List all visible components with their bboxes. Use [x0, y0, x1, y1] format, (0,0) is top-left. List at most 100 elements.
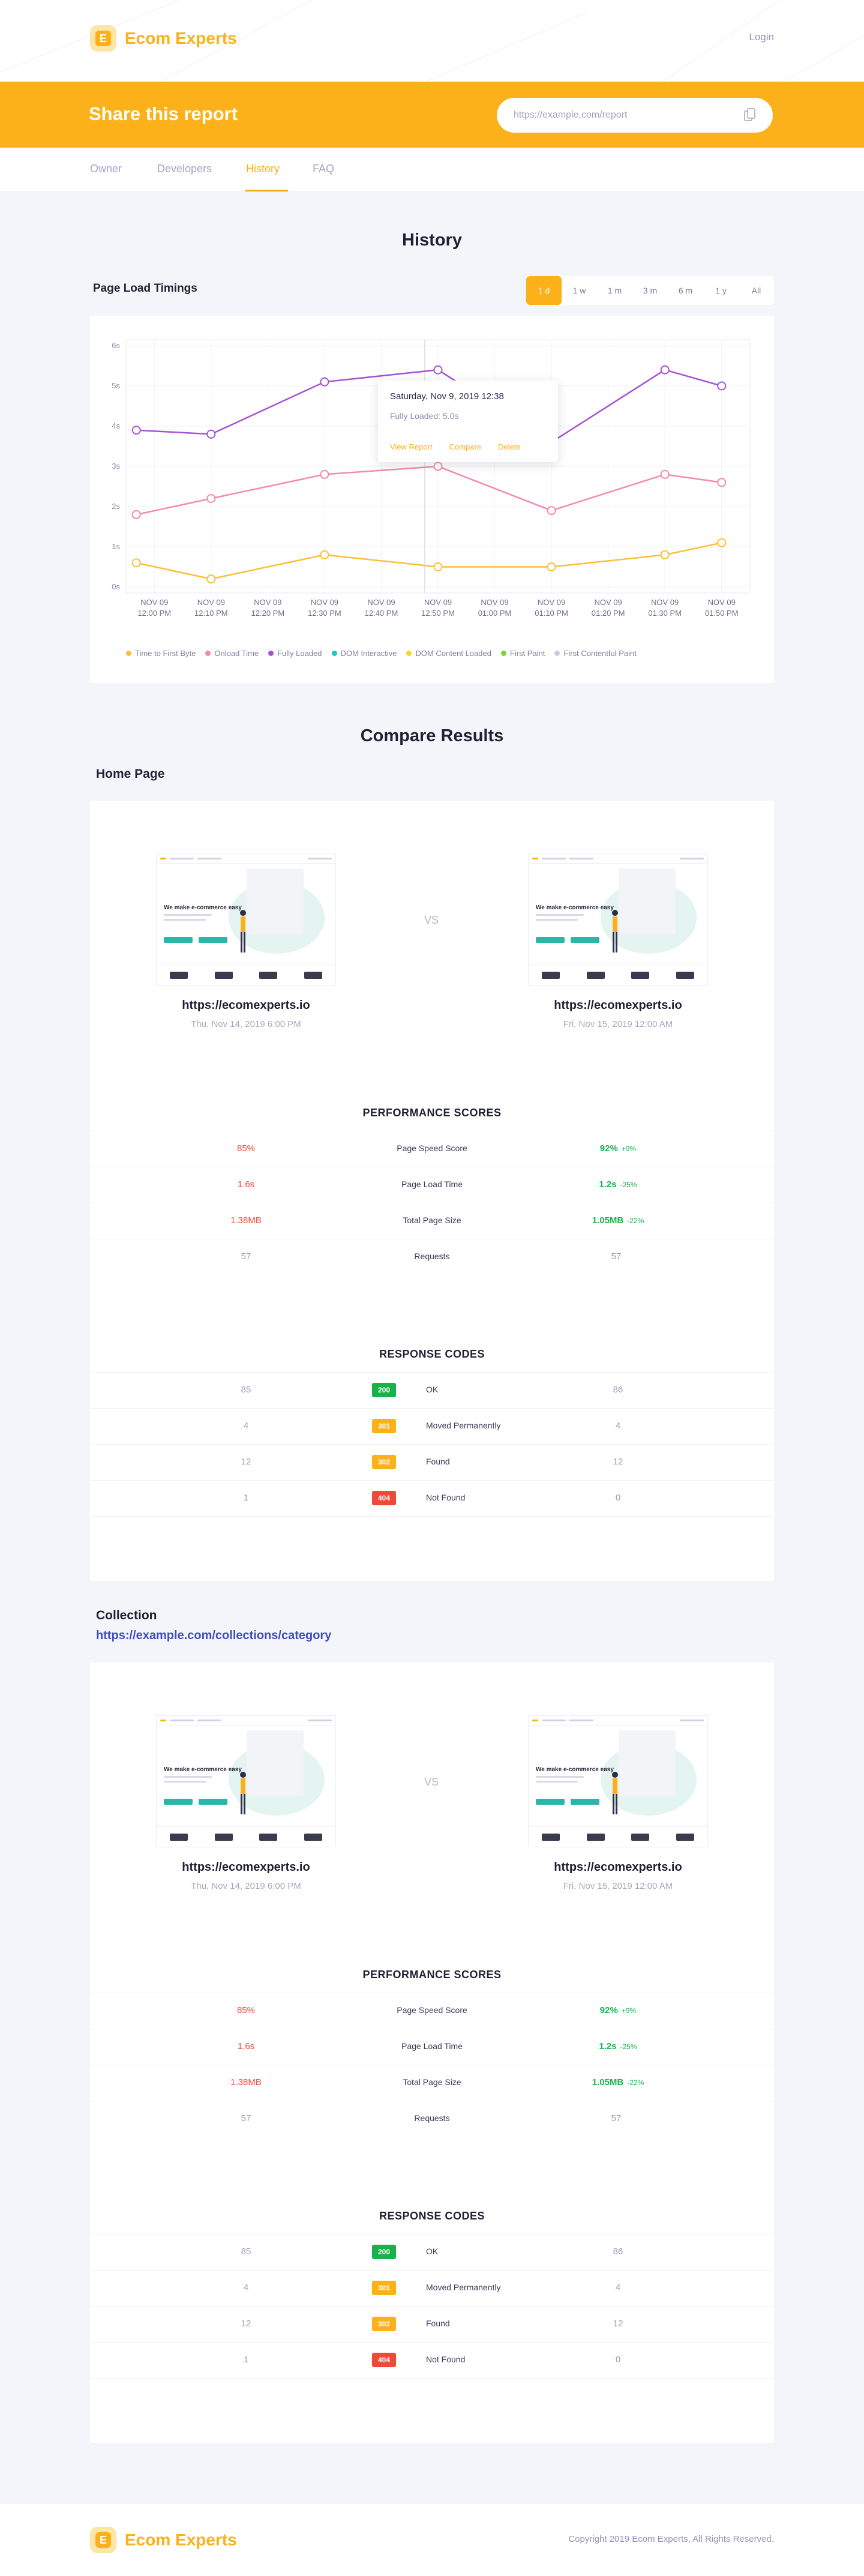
data-point — [433, 462, 443, 471]
legend-item[interactable]: First Paint — [500, 649, 545, 658]
share-url-field[interactable]: https://example.com/report — [497, 98, 773, 133]
data-point — [433, 365, 443, 375]
logo-icon: E — [90, 25, 116, 52]
data-point — [717, 538, 727, 547]
code-row: 1 404 Not Found 0 — [90, 2342, 774, 2378]
perf-label: Page Load Time — [401, 1179, 463, 1189]
perf-delta: -22% — [627, 2078, 644, 2087]
perf-left-value: 85% — [236, 1143, 256, 1154]
legend-item[interactable]: Fully Loaded — [268, 649, 322, 658]
tab-owner[interactable]: Owner — [90, 163, 122, 175]
perf-label: Total Page Size — [403, 1215, 461, 1225]
code-left-count: 4 — [243, 2283, 249, 2293]
tab-developers[interactable]: Developers — [157, 163, 212, 175]
section-heading: Home Page — [96, 767, 165, 781]
legend-item[interactable]: DOM Content Loaded — [406, 649, 491, 658]
left-site-url[interactable]: https://ecomexperts.io — [156, 1861, 336, 1874]
page-screenshot[interactable]: We make e-commerce easy — [156, 853, 336, 986]
tab-bar: Owner Developers History FAQ — [0, 148, 864, 192]
code-row: 12 302 Found 12 — [90, 2306, 774, 2342]
divider — [90, 2378, 774, 2379]
code-row: 4 301 Moved Permanently 4 — [90, 1408, 774, 1444]
code-row: 12 302 Found 12 — [90, 1444, 774, 1480]
perf-left-value: 57 — [241, 1251, 251, 1262]
page-screenshot[interactable]: We make e-commerce easy — [528, 853, 708, 986]
data-point — [131, 426, 141, 435]
site-footer: E Ecom Experts Copyright 2019 Ecom Exper… — [0, 2504, 864, 2576]
performance-title: PERFORMANCE SCORES — [362, 1107, 502, 1119]
right-site-url[interactable]: https://ecomexperts.io — [528, 999, 708, 1013]
perf-left-value: 1.38MB — [230, 2077, 262, 2087]
range-button[interactable]: 1 m — [597, 276, 632, 305]
delete-link[interactable]: Delete — [498, 442, 521, 451]
share-url-value: https://example.com/report — [514, 110, 628, 120]
person-illustration — [612, 1772, 618, 1814]
data-point — [547, 562, 556, 571]
perf-row: 1.38MB Total Page Size 1.05MB -22% — [90, 2065, 774, 2101]
code-left-count: 85 — [241, 1385, 251, 1395]
chart-card: 0s 1s 2s 3s 4s 5s 6s NOV 09 12:00 PM NOV 09 12:10 … — [90, 316, 774, 683]
code-right-count: 86 — [613, 2246, 623, 2257]
data-point — [717, 478, 727, 487]
x-tick-label: 12:10 PM — [194, 609, 228, 618]
logo-text: Ecom Experts — [125, 2530, 237, 2549]
right-site-url[interactable]: https://ecomexperts.io — [528, 1861, 708, 1874]
site-header: E Ecom Experts Login — [0, 0, 864, 82]
perf-right-value: 1.2s — [599, 2041, 617, 2051]
right-site-date: Fri, Nov 15, 2019 12:00 AM — [563, 1019, 673, 1029]
compare-link[interactable]: Compare — [449, 442, 481, 451]
screenshot-headline: We make e-commerce easy — [536, 904, 614, 911]
y-tick-label: 4s — [112, 421, 120, 430]
status-badge: 200 — [372, 2245, 396, 2259]
login-link[interactable]: Login — [749, 31, 774, 43]
code-label: Not Found — [426, 2355, 466, 2364]
legend-item[interactable]: Time to First Byte — [126, 649, 196, 658]
legend-label: First Contentful Paint — [563, 649, 637, 658]
person-illustration — [240, 910, 246, 952]
status-badge: 301 — [372, 1419, 396, 1433]
tab-history[interactable]: History — [246, 163, 280, 175]
data-point — [717, 381, 727, 391]
legend-item[interactable]: First Contentful Paint — [554, 649, 637, 658]
perf-label: Page Load Time — [401, 2041, 463, 2051]
range-button[interactable]: 6 m — [668, 276, 703, 305]
view-report-link[interactable]: View Report — [390, 442, 433, 451]
data-point — [660, 469, 670, 479]
perf-right-cell: 1.05MB -22% — [528, 1215, 708, 1226]
share-banner: Share this report https://example.com/re… — [0, 82, 864, 148]
x-tick-label: 01:00 PM — [478, 609, 512, 618]
tab-faq[interactable]: FAQ — [313, 163, 334, 175]
range-button[interactable]: 3 m — [632, 276, 668, 305]
perf-delta: +9% — [621, 1145, 637, 1153]
perf-label: Page Speed Score — [397, 1143, 467, 1153]
code-label: OK — [426, 1385, 439, 1394]
range-button[interactable]: 1 w — [562, 276, 597, 305]
legend-item[interactable]: Onload Time — [205, 649, 259, 658]
load-time-chart: 0s 1s 2s 3s 4s 5s 6s NOV 09 12:00 PM NOV 09 12:10 … — [112, 339, 751, 618]
perf-right-cell: 1.2s -25% — [528, 2041, 708, 2051]
perf-row: 57 Requests 57 — [90, 2101, 774, 2137]
page-screenshot[interactable]: We make e-commerce easy — [528, 1715, 708, 1847]
copy-icon[interactable] — [744, 108, 756, 122]
range-button[interactable]: 1 d — [526, 276, 562, 305]
chart-tooltip: Saturday, Nov 9, 2019 12:38 Fully Loaded… — [378, 381, 558, 462]
range-button[interactable]: 1 y — [703, 276, 739, 305]
section-link[interactable]: https://example.com/collections/category — [96, 1629, 331, 1643]
code-left-count: 4 — [243, 1421, 249, 1431]
perf-right-value: 57 — [611, 2113, 622, 2123]
legend-item[interactable]: DOM Interactive — [331, 649, 397, 658]
left-site-url[interactable]: https://ecomexperts.io — [156, 999, 336, 1013]
legend-dot — [500, 651, 506, 656]
perf-right-cell: 57 — [528, 2113, 708, 2123]
tab-active-indicator — [245, 190, 288, 191]
perf-row: 1.38MB Total Page Size 1.05MB -22% — [90, 1203, 774, 1239]
x-tick-label: NOV 09 — [651, 598, 679, 607]
logo[interactable]: E Ecom Experts — [90, 25, 237, 52]
page-screenshot[interactable]: We make e-commerce easy — [156, 1715, 336, 1847]
perf-right-value: 57 — [611, 1251, 622, 1262]
perf-left-value: 85% — [236, 2005, 256, 2015]
footer-logo[interactable]: E Ecom Experts — [90, 2527, 237, 2553]
section-heading: Collection — [96, 1608, 157, 1622]
response-codes-title: RESPONSE CODES — [379, 1348, 485, 1360]
range-button[interactable]: All — [739, 276, 774, 305]
